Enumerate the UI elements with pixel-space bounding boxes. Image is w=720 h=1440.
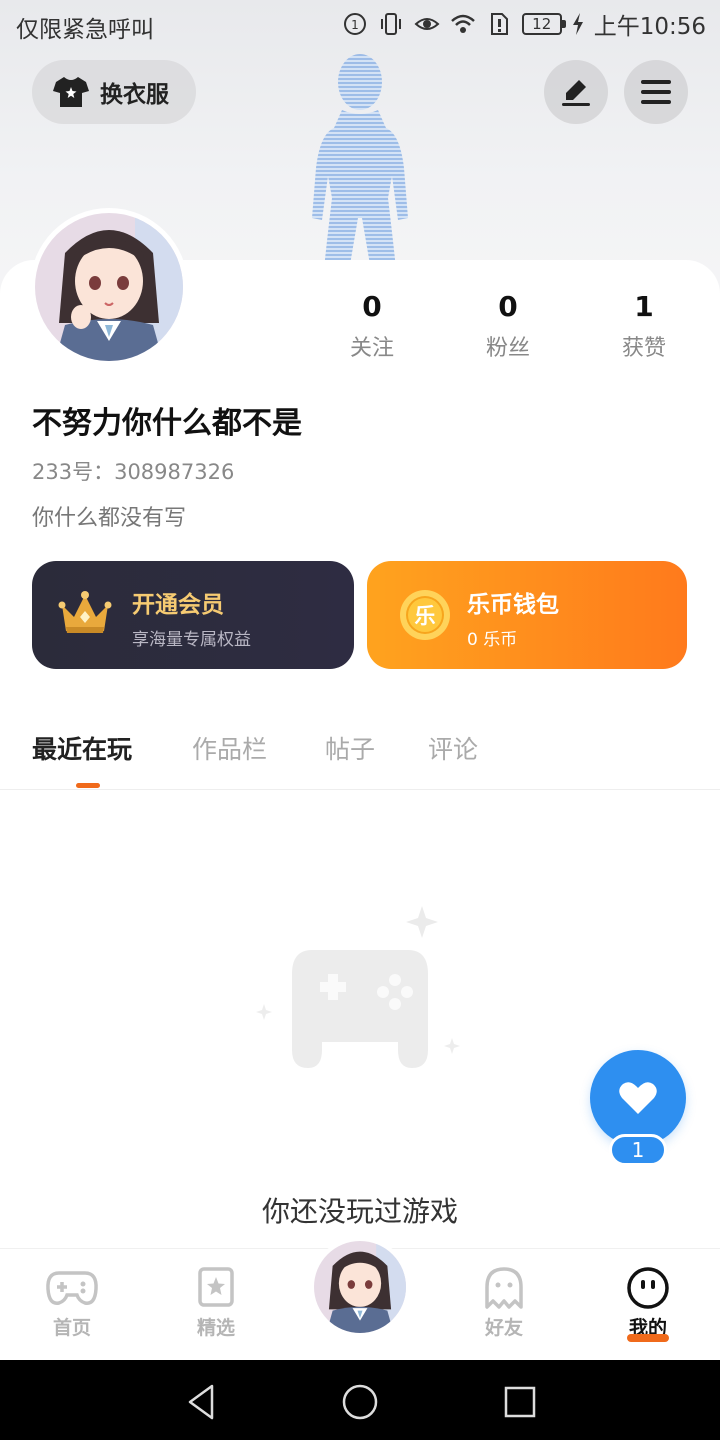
- vip-subtitle: 享海量专属权益: [132, 630, 251, 650]
- nav-friends[interactable]: 好友: [454, 1267, 554, 1340]
- nav-featured-label: 精选: [196, 1317, 235, 1339]
- following-stat[interactable]: 0 关注: [304, 290, 440, 362]
- tab-comments[interactable]: 评论: [428, 730, 478, 766]
- coin-wallet-card[interactable]: 乐 乐币钱包 0 乐币: [367, 561, 687, 669]
- empty-gamepad-illustration: [256, 906, 460, 1068]
- ghost-icon: [485, 1267, 523, 1309]
- avatar-image: [35, 213, 183, 361]
- likes-count: 1: [634, 290, 654, 323]
- sim-alert-icon: [490, 13, 508, 35]
- profile-tabs: 最近在玩 作品栏 帖子 评论: [0, 720, 720, 790]
- change-outfit-button[interactable]: 换衣服: [32, 60, 196, 124]
- nav-center-avatar[interactable]: [310, 1237, 410, 1337]
- favorite-button[interactable]: [590, 1050, 686, 1146]
- active-tab-indicator: [76, 783, 100, 788]
- svg-text:1: 1: [351, 18, 359, 32]
- smiley-icon: [627, 1267, 669, 1309]
- favorite-count-badge: 1: [609, 1134, 667, 1166]
- likes-label: 获赞: [621, 336, 666, 361]
- bottom-navigation: 首页 精选 好友 我的: [0, 1237, 720, 1360]
- tab-recently-played[interactable]: 最近在玩: [32, 730, 132, 766]
- status-bar: 仅限紧急呼叫 1 12 上午10:56: [0, 0, 720, 50]
- followers-stat[interactable]: 0 粉丝: [440, 290, 576, 362]
- status-icons: 1 12 上午10:56: [342, 8, 706, 40]
- followers-label: 粉丝: [485, 336, 530, 361]
- change-outfit-label: 换衣服: [100, 82, 169, 108]
- nav-home-label: 首页: [52, 1317, 91, 1339]
- charging-icon: [572, 13, 583, 35]
- nav-featured[interactable]: 精选: [166, 1267, 266, 1340]
- eye-icon: [414, 18, 440, 30]
- tshirt-icon: [53, 77, 89, 107]
- profile-stats: 0 关注 0 粉丝 1 获赞: [304, 290, 712, 362]
- star-bookmark-icon: [198, 1267, 234, 1307]
- home-circle-icon[interactable]: [340, 1382, 380, 1422]
- gamepad-icon: [46, 1271, 98, 1305]
- wifi-icon: [450, 14, 475, 33]
- carrier-text: 仅限紧急呼叫: [16, 17, 154, 43]
- wallet-balance: 0 乐币: [467, 630, 518, 650]
- battery-indicator: 12: [521, 13, 566, 35]
- user-id: 233号：308987326: [32, 460, 235, 484]
- sim-icon: 1: [343, 13, 366, 35]
- user-bio: 你什么都没有写: [32, 506, 187, 531]
- system-navigation-bar: [0, 1360, 720, 1440]
- heart-icon: [619, 1082, 657, 1114]
- vip-membership-card[interactable]: 开通会员 享海量专属权益: [32, 561, 354, 669]
- tab-works[interactable]: 作品栏: [192, 730, 267, 766]
- following-count: 0: [362, 290, 382, 323]
- back-icon[interactable]: [182, 1382, 222, 1422]
- followers-count: 0: [498, 290, 518, 323]
- vip-title: 开通会员: [132, 592, 224, 618]
- center-avatar-image: [314, 1241, 406, 1333]
- menu-icon: [641, 80, 671, 104]
- vibrate-icon: [380, 13, 401, 35]
- username: 不努力你什么都不是: [32, 406, 302, 441]
- crown-icon: [58, 591, 112, 633]
- nav-home[interactable]: 首页: [22, 1267, 122, 1340]
- avatar-figure-silhouette: [312, 54, 408, 288]
- tab-posts[interactable]: 帖子: [325, 730, 375, 766]
- likes-stat[interactable]: 1 获赞: [576, 290, 712, 362]
- clock: 上午10:56: [593, 14, 706, 40]
- coin-icon: 乐: [400, 590, 450, 640]
- edit-icon: [562, 80, 590, 106]
- nav-me[interactable]: 我的: [598, 1267, 698, 1340]
- edit-profile-button[interactable]: [544, 60, 608, 124]
- profile-avatar[interactable]: [30, 208, 188, 366]
- active-nav-underline: [627, 1334, 669, 1342]
- following-label: 关注: [349, 336, 394, 361]
- wallet-title: 乐币钱包: [467, 592, 559, 618]
- recents-square-icon[interactable]: [500, 1382, 540, 1422]
- menu-button[interactable]: [624, 60, 688, 124]
- coin-glyph: 乐: [415, 604, 436, 628]
- nav-friends-label: 好友: [484, 1317, 523, 1339]
- empty-state-message: 你还没玩过游戏: [261, 1195, 458, 1228]
